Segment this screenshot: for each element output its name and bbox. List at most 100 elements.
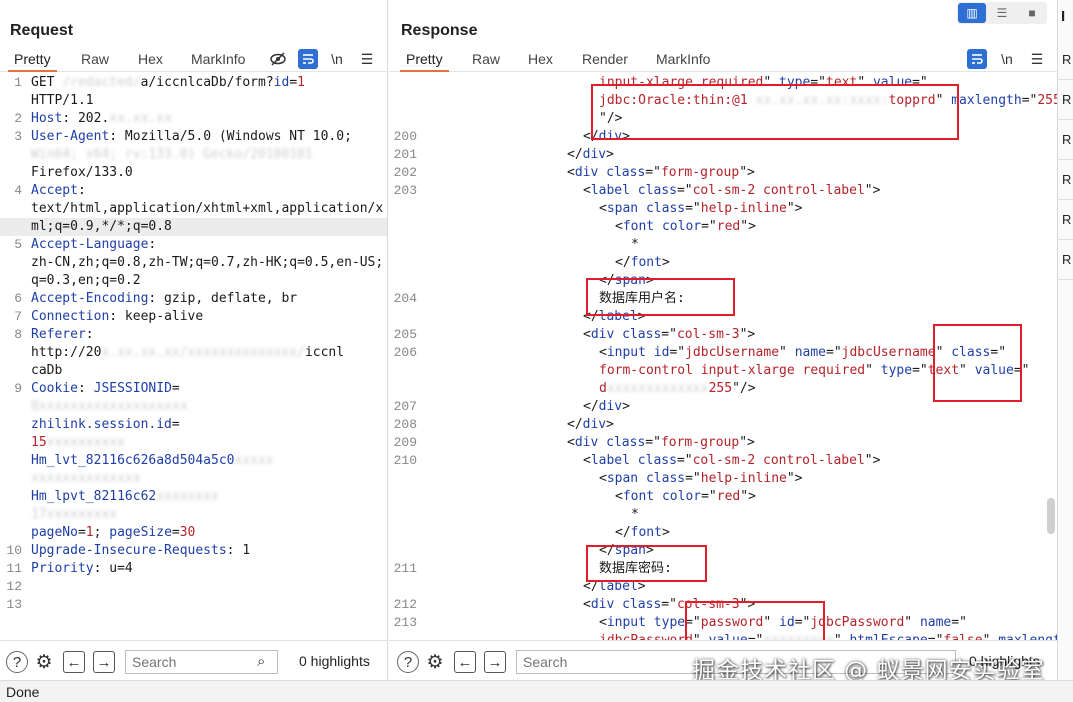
request-editor[interactable]: 1 GET /redacted/a/iccnlcaDb/form?id=1 HTTP…	[0, 74, 387, 640]
code-token: div	[582, 417, 607, 432]
inspector-row[interactable]: R	[1058, 40, 1073, 80]
request-code-line: 0xxxxxxxxxxxxxxxxxxx	[0, 398, 387, 416]
response-tab-pretty[interactable]: Pretty	[400, 51, 449, 72]
request-menu-icon[interactable]: ☰	[357, 49, 377, 69]
code-token: : u=4	[93, 561, 133, 576]
wrap-lines-icon[interactable]	[298, 49, 318, 69]
help-icon[interactable]: ?	[397, 651, 419, 673]
prev-arrow-icon[interactable]: ←	[454, 651, 476, 673]
code-token: >	[661, 255, 670, 270]
next-arrow-icon[interactable]: →	[484, 651, 506, 673]
request-tab-raw[interactable]: Raw	[81, 51, 109, 67]
code-token: "	[904, 615, 920, 630]
code-token: class	[645, 201, 686, 216]
response-menu-icon[interactable]: ☰	[1027, 49, 1047, 69]
code-token: ">	[864, 453, 881, 468]
line-text: q=0.3,en;q=0.2	[31, 272, 141, 290]
hide-eye-icon[interactable]	[268, 49, 288, 69]
inspector-row[interactable]: R	[1058, 80, 1073, 120]
inspector-row[interactable]: R	[1058, 160, 1073, 200]
line-number: 10	[6, 543, 22, 558]
next-arrow-icon[interactable]: →	[93, 651, 115, 673]
code-token: "	[983, 633, 999, 640]
request-tab-markinfo[interactable]: MarkInfo	[191, 51, 245, 67]
line-text: 15xxxxxxxxxx	[31, 434, 125, 452]
split-vertical-icon[interactable]: ☰	[988, 3, 1016, 23]
gear-icon[interactable]: ⚙	[424, 651, 446, 673]
response-tab-raw[interactable]: Raw	[472, 51, 500, 67]
request-code-line: 17xxxxxxxxx	[0, 506, 387, 524]
annotation-box-jdbc-url	[591, 84, 959, 140]
response-code-line: </span>	[389, 542, 1057, 560]
request-tab-pretty[interactable]: Pretty	[8, 51, 57, 72]
single-pane-icon[interactable]: ■	[1018, 3, 1046, 23]
response-code-line: 209 <div class="form-group">	[389, 434, 1057, 452]
code-token: : 1	[226, 543, 251, 558]
code-token: http://20	[31, 345, 102, 360]
code-token: Accept-Language	[31, 237, 149, 252]
line-text: Referer:	[31, 326, 94, 344]
code-token: name	[919, 615, 952, 630]
inspector-row[interactable]: R	[1058, 240, 1073, 280]
request-highlights-count: 0 highlights	[299, 653, 370, 669]
code-token: ="	[912, 363, 928, 378]
code-token: <	[567, 435, 575, 450]
search-icon: ⌕	[257, 653, 266, 670]
line-number: 207	[393, 399, 417, 414]
code-token: div	[598, 399, 623, 414]
line-number: 1	[14, 75, 22, 90]
prev-arrow-icon[interactable]: ←	[63, 651, 85, 673]
code-token: >	[661, 525, 670, 540]
request-code-line: 8 Referer:	[0, 326, 387, 344]
code-token: Accept	[31, 183, 78, 198]
line-text: dxxxxxxxxxxxxx255"/>	[599, 380, 756, 398]
code-token: 30	[179, 525, 196, 540]
request-code-line: http://20x.xx.xx.xx/xxxxxxxxxxxxxx/iccnl	[0, 344, 387, 362]
code-token: class	[637, 183, 677, 198]
response-tab-render[interactable]: Render	[582, 51, 628, 67]
line-number: 9	[14, 381, 22, 396]
redacted-text: xx.xx.xx	[109, 111, 172, 126]
request-code-line: 3 User-Agent: Mozilla/5.0 (Windows NT 10.…	[0, 128, 387, 146]
line-text: ml;q=0.9,*/*;q=0.8	[31, 218, 172, 236]
newline-toggle-button[interactable]: \n	[997, 49, 1017, 69]
code-token: class	[645, 471, 686, 486]
code-token: div	[590, 327, 615, 342]
split-horizontal-icon[interactable]: ▥	[958, 3, 986, 23]
inspector-row[interactable]: R	[1058, 200, 1073, 240]
response-tab-markinfo[interactable]: MarkInfo	[656, 51, 710, 67]
line-number: 7	[14, 309, 22, 324]
inspector-row[interactable]: R	[1058, 120, 1073, 160]
code-token: Connection	[31, 309, 110, 324]
line-text: text/html,application/xhtml+xml,applicat…	[31, 200, 383, 218]
code-token: HTTP/1.1	[31, 93, 94, 108]
response-tab-hex[interactable]: Hex	[528, 51, 553, 67]
wrap-lines-icon[interactable]	[967, 49, 987, 69]
help-icon[interactable]: ?	[6, 651, 28, 673]
line-text: User-Agent: Mozilla/5.0 (Windows NT 10.0…	[31, 128, 352, 146]
gear-icon[interactable]: ⚙	[33, 651, 55, 673]
code-token: class	[622, 327, 662, 342]
newline-toggle-button[interactable]: \n	[327, 49, 347, 69]
code-token: col-sm-2 control-label	[692, 183, 865, 198]
line-number: 2	[14, 111, 22, 126]
code-token: 255	[708, 381, 733, 396]
code-token: pageNo	[31, 525, 78, 540]
response-code-line: </font>	[389, 524, 1057, 542]
line-number: 213	[393, 615, 417, 630]
request-code-line: 15xxxxxxxxxx	[0, 434, 387, 452]
line-text: Hm_lvt_82116c626a8d504a5c0xxxxx	[31, 452, 274, 470]
line-text: </div>	[567, 416, 614, 434]
code-token: form-group	[660, 435, 740, 450]
request-search-input[interactable]	[125, 650, 278, 674]
line-text: <font color="red">	[615, 218, 756, 236]
line-text: GET /redacted/a/iccnlcaDb/form?id=1	[31, 74, 305, 92]
layout-toggle: ▥ ☰ ■	[957, 2, 1047, 24]
annotation-box-password-label	[586, 545, 707, 582]
request-code-line: 6 Accept-Encoding: gzip, deflate, br	[0, 290, 387, 308]
line-number: 8	[14, 327, 22, 342]
request-tab-hex[interactable]: Hex	[138, 51, 163, 67]
redacted-text: 17xxxxxxxxx	[31, 507, 118, 522]
